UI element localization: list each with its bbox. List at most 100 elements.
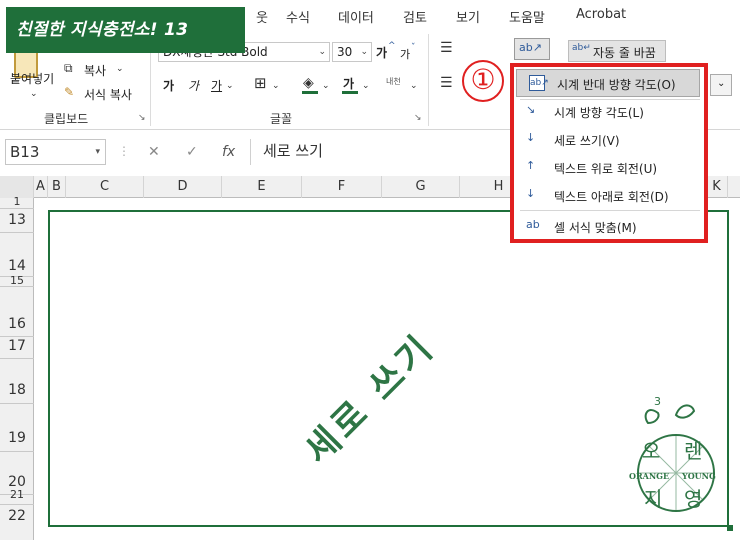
angle-counterclockwise-icon: ab↗ bbox=[529, 75, 549, 91]
logo-char-ren: 렌 bbox=[684, 439, 703, 463]
menu-item-rotate-down[interactable]: ↓ 텍스트 아래로 회전(D) bbox=[514, 182, 704, 210]
group-separator bbox=[428, 34, 429, 126]
column-header-e[interactable]: E bbox=[222, 176, 302, 198]
logo-char-young: 영 bbox=[684, 487, 703, 511]
column-header-a[interactable]: A bbox=[34, 176, 48, 198]
orange-young-logo: 3 오 렌 ORANGE YOUNG 지 영 bbox=[629, 395, 720, 520]
border-icon[interactable]: ⊞ bbox=[254, 75, 267, 91]
phonetic-button[interactable]: 내천 bbox=[386, 76, 401, 87]
more-options-icon: ⋮ bbox=[118, 144, 130, 158]
column-header-d[interactable]: D bbox=[144, 176, 222, 198]
paste-button[interactable]: 붙여넣기 bbox=[10, 70, 54, 87]
row-divider bbox=[0, 232, 34, 233]
orientation-icon: ab↗ bbox=[519, 41, 542, 54]
menu-item-angle-counterclockwise[interactable]: ab↗ 시계 반대 방향 각도(O) bbox=[516, 69, 700, 97]
row-header-1[interactable]: 1 bbox=[0, 195, 34, 208]
menu-item-acrobat[interactable]: Acrobat bbox=[576, 7, 626, 22]
row-header-18[interactable]: 18 bbox=[0, 382, 34, 398]
row-header-14[interactable]: 14 bbox=[0, 258, 34, 274]
row-divider bbox=[0, 208, 34, 209]
wrap-text-icon: ab↵ bbox=[572, 43, 591, 53]
font-group-label: 글꼴 bbox=[270, 112, 293, 126]
chevron-down-icon: ⌄ bbox=[360, 47, 368, 57]
column-header-c[interactable]: C bbox=[66, 176, 144, 198]
merge-dropdown-button[interactable]: ⌄ bbox=[710, 74, 732, 96]
rotate-down-icon: ↓ bbox=[526, 187, 536, 200]
top-align-icon[interactable]: ☰ bbox=[440, 40, 453, 56]
logo-char-ji: 지 bbox=[644, 487, 663, 511]
column-header-b[interactable]: B bbox=[48, 176, 66, 198]
menu-item-formulas[interactable]: 수식 bbox=[286, 7, 310, 26]
fill-dropdown-icon[interactable]: ⌄ bbox=[322, 78, 330, 94]
logo-text-young: YOUNG bbox=[682, 471, 716, 481]
font-color-swatch bbox=[342, 91, 358, 94]
orientation-button[interactable]: ab↗ bbox=[514, 38, 550, 60]
menu-item-vertical-text[interactable]: ↓ 세로 쓰기(V) bbox=[514, 126, 704, 154]
orientation-dropdown-menu: ab↗ 시계 반대 방향 각도(O) ↘ 시계 방향 각도(L) ↓ 세로 쓰기… bbox=[510, 63, 708, 243]
row-divider bbox=[0, 504, 34, 505]
font-launcher-icon[interactable]: ↘ bbox=[414, 113, 422, 123]
menu-item-help[interactable]: 도움말 bbox=[509, 7, 545, 26]
menu-item-label: 텍스트 아래로 회전(D) bbox=[554, 190, 669, 204]
fill-color-swatch bbox=[302, 91, 318, 94]
italic-button[interactable]: 가 bbox=[188, 77, 199, 94]
name-box-value: B13 bbox=[10, 143, 40, 161]
row-divider bbox=[0, 358, 34, 359]
wrap-text-label: 자동 줄 바꿈 bbox=[593, 46, 656, 60]
copy-dropdown-icon[interactable]: ⌄ bbox=[116, 61, 124, 77]
format-painter-button[interactable]: 서식 복사 bbox=[84, 86, 132, 103]
shrink-font-button[interactable]: 가 bbox=[400, 46, 410, 62]
menu-item-angle-clockwise[interactable]: ↘ 시계 방향 각도(L) bbox=[514, 98, 704, 126]
left-align-icon[interactable]: ☰ bbox=[440, 75, 453, 91]
border-dropdown-icon[interactable]: ⌄ bbox=[272, 78, 280, 94]
insert-function-icon[interactable]: fx bbox=[222, 144, 235, 160]
row-header-22[interactable]: 22 bbox=[0, 508, 34, 524]
chevron-down-icon: ▾ bbox=[95, 147, 100, 157]
menu-item-review[interactable]: 검토 bbox=[403, 7, 427, 26]
underline-dropdown-icon[interactable]: ⌄ bbox=[226, 78, 234, 94]
cancel-icon[interactable]: ✕ bbox=[148, 144, 160, 160]
row-header-17[interactable]: 17 bbox=[0, 338, 34, 354]
column-header-g[interactable]: G bbox=[382, 176, 460, 198]
logo-text-orange: ORANGE bbox=[629, 471, 670, 481]
rotate-up-icon: ↑ bbox=[526, 159, 536, 172]
fill-color-icon[interactable]: ◈ bbox=[303, 75, 314, 91]
menu-item-view[interactable]: 보기 bbox=[456, 7, 480, 26]
underline-button[interactable]: 가 bbox=[211, 77, 222, 94]
row-header-13[interactable]: 13 bbox=[0, 212, 34, 228]
shrink-arrow-icon: ˇ bbox=[411, 43, 416, 53]
copy-button[interactable]: 복사 bbox=[84, 62, 106, 79]
menu-item-rotate-up[interactable]: ↑ 텍스트 위로 회전(U) bbox=[514, 154, 704, 182]
menu-item-data[interactable]: 데이터 bbox=[338, 7, 374, 26]
menu-item-format-cell-alignment[interactable]: ab 셀 서식 맞춤(M) bbox=[514, 213, 704, 241]
row-header-21[interactable]: 21 bbox=[0, 488, 34, 501]
font-color-dropdown-icon[interactable]: ⌄ bbox=[362, 78, 370, 94]
row-header-16[interactable]: 16 bbox=[0, 316, 34, 332]
font-size-value: 30 bbox=[337, 45, 353, 59]
format-painter-icon[interactable]: ✎ bbox=[64, 84, 74, 100]
enter-icon[interactable]: ✓ bbox=[186, 144, 198, 160]
paste-dropdown-icon[interactable]: ⌄ bbox=[30, 86, 38, 102]
bold-button[interactable]: 가 bbox=[163, 77, 174, 94]
fill-handle[interactable] bbox=[727, 525, 733, 531]
chevron-down-icon: ⌄ bbox=[318, 47, 326, 57]
copy-icon[interactable]: ⧉ bbox=[64, 60, 73, 76]
row-header-19[interactable]: 19 bbox=[0, 430, 34, 446]
clipboard-launcher-icon[interactable]: ↘ bbox=[138, 113, 146, 123]
vertical-text-icon: ↓ bbox=[526, 131, 536, 144]
row-divider bbox=[0, 451, 34, 452]
title-badge: 친절한 지식충전소! 13 bbox=[6, 7, 245, 53]
menu-item-insert[interactable]: 웃 bbox=[256, 7, 268, 26]
menu-divider bbox=[520, 210, 700, 211]
logo-char-o: 오 bbox=[642, 439, 661, 463]
name-box[interactable]: B13 ▾ bbox=[5, 139, 106, 165]
row-header-column: 1 13 14 15 16 17 18 19 20 21 22 bbox=[0, 195, 34, 540]
font-color-button[interactable]: 가 bbox=[343, 75, 354, 92]
menu-item-label: 시계 반대 방향 각도(O) bbox=[557, 78, 676, 92]
wrap-text-button[interactable]: ab↵ 자동 줄 바꿈 bbox=[568, 40, 666, 62]
phonetic-dropdown-icon[interactable]: ⌄ bbox=[410, 78, 418, 94]
column-header-k[interactable]: K bbox=[706, 176, 728, 198]
column-header-f[interactable]: F bbox=[302, 176, 382, 198]
grow-font-button[interactable]: 가 bbox=[376, 44, 387, 61]
font-size-select[interactable]: 30 ⌄ bbox=[332, 42, 372, 62]
